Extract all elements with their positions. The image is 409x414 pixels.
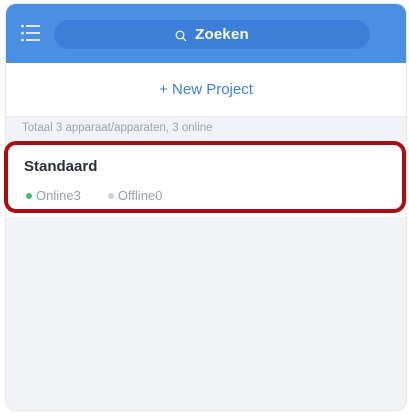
group-status-row: Online3 Offline0 bbox=[26, 188, 162, 203]
app-frame: Zoeken + New Project Totaal 3 apparaat/a… bbox=[6, 4, 406, 410]
group-title: Standaard bbox=[24, 158, 98, 175]
offline-status: Offline0 bbox=[107, 188, 163, 203]
online-count: Online3 bbox=[36, 188, 81, 203]
menu-list-icon[interactable] bbox=[20, 22, 42, 44]
search-icon bbox=[175, 29, 187, 41]
new-project-button[interactable]: + New Project bbox=[6, 63, 406, 117]
search-input[interactable]: Zoeken bbox=[54, 20, 370, 49]
device-summary: Totaal 3 apparaat/apparaten, 3 online bbox=[22, 122, 213, 134]
search-placeholder: Zoeken bbox=[195, 26, 249, 43]
group-card-standaard[interactable]: Standaard Online3 Offline0 bbox=[6, 142, 406, 217]
online-dot-icon bbox=[26, 192, 32, 199]
top-bar: Zoeken bbox=[6, 4, 406, 63]
offline-dot-icon bbox=[107, 192, 114, 199]
offline-count: Offline0 bbox=[117, 188, 163, 203]
online-status: Online3 bbox=[26, 188, 81, 203]
